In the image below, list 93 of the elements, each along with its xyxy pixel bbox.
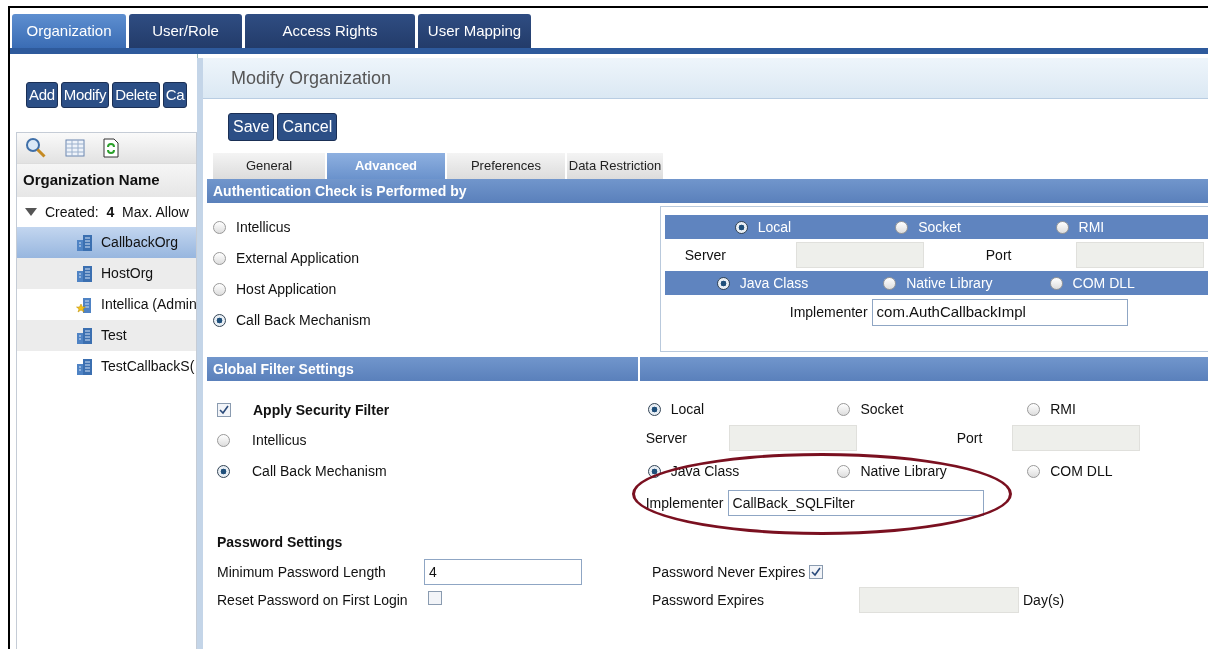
radio-label: RMI bbox=[1078, 217, 1105, 237]
tree-item-label: CallbackOrg bbox=[101, 233, 179, 252]
checkbox[interactable] bbox=[217, 403, 231, 417]
radio-label: Call Back Mechanism bbox=[236, 311, 371, 330]
toolbar-button[interactable]: Delete bbox=[112, 82, 160, 108]
min-length-field[interactable]: 4 bbox=[424, 559, 582, 585]
radio-button[interactable] bbox=[837, 402, 851, 416]
radio-label: RMI bbox=[1050, 399, 1076, 419]
implementer-field[interactable]: com.AuthCallbackImpl bbox=[871, 298, 1128, 326]
checkbox[interactable] bbox=[809, 564, 823, 579]
checkbox-label: Apply Security Filter bbox=[253, 400, 390, 420]
radio-label: Socket bbox=[860, 399, 904, 419]
building-icon bbox=[75, 357, 95, 376]
tree-item-label: Test bbox=[101, 326, 127, 345]
radio-label: Intellicus bbox=[236, 218, 291, 237]
radio-button[interactable] bbox=[213, 221, 226, 234]
column-header: Organization Name bbox=[17, 163, 196, 197]
radio-button[interactable] bbox=[1049, 276, 1063, 290]
toolbar-button[interactable]: Add bbox=[26, 82, 58, 108]
radio-label: COM DLL bbox=[1072, 273, 1135, 293]
radio-button[interactable] bbox=[217, 465, 230, 478]
field-label: Password Never Expires bbox=[651, 562, 807, 582]
tree-row[interactable]: HostOrg bbox=[17, 258, 196, 289]
refresh-icon[interactable] bbox=[103, 138, 119, 158]
radio-label: Intellicus bbox=[252, 431, 307, 450]
tree-row[interactable]: CallbackOrg bbox=[17, 227, 196, 258]
tab[interactable]: General bbox=[213, 153, 325, 179]
radio-button[interactable] bbox=[213, 314, 226, 327]
tab[interactable]: Access Rights bbox=[245, 14, 415, 48]
dialog-button[interactable]: Save bbox=[228, 113, 275, 141]
tab[interactable]: Organization bbox=[12, 14, 126, 48]
radio-label: Java Class bbox=[739, 273, 809, 293]
radio-button[interactable] bbox=[647, 402, 661, 416]
radio-button[interactable] bbox=[895, 220, 909, 234]
caret-icon[interactable] bbox=[25, 208, 37, 216]
building-icon bbox=[75, 264, 95, 283]
dialog-button[interactable]: Cancel bbox=[277, 113, 338, 141]
port-field[interactable] bbox=[1075, 242, 1204, 268]
field-label: Server bbox=[683, 245, 727, 265]
field-label: Password Expires bbox=[652, 590, 766, 610]
radio-button[interactable] bbox=[1027, 402, 1041, 416]
tree-item-label: Intellica (Admin bbox=[101, 295, 196, 314]
radio-label: COM DLL bbox=[1050, 461, 1113, 481]
dialog-title: Modify Organization bbox=[203, 58, 1208, 98]
radio-button[interactable] bbox=[716, 276, 730, 290]
radio-button[interactable] bbox=[213, 252, 226, 265]
radio-button[interactable] bbox=[647, 464, 661, 478]
implementer-field[interactable]: CallBack_SQLFilter bbox=[727, 490, 984, 516]
toolbar-button[interactable]: Modify bbox=[60, 82, 110, 108]
field-label: Minimum Password Length bbox=[217, 562, 387, 582]
radio-label: Host Application bbox=[236, 280, 337, 299]
field-label: Implementer bbox=[645, 493, 724, 513]
section-header: Global Filter Settings bbox=[207, 357, 640, 381]
field-label: Reset Password on First Login bbox=[217, 590, 409, 610]
tree-node-label[interactable]: Created: 4 Max. Allow bbox=[45, 201, 189, 223]
building-icon bbox=[75, 326, 95, 345]
checkbox[interactable] bbox=[428, 590, 442, 605]
table-icon[interactable] bbox=[65, 139, 85, 157]
tab[interactable]: User Mapping bbox=[418, 14, 531, 48]
field-label: Port bbox=[984, 245, 1013, 265]
password-expires-field[interactable] bbox=[859, 587, 1019, 613]
radio-button[interactable] bbox=[213, 283, 226, 296]
radio-label: Call Back Mechanism bbox=[252, 462, 387, 481]
server-field[interactable] bbox=[728, 425, 857, 451]
port-field[interactable] bbox=[1011, 425, 1140, 451]
radio-button[interactable] bbox=[217, 434, 230, 447]
unit-label: Day(s) bbox=[1022, 590, 1065, 610]
field-label: Implementer bbox=[789, 302, 868, 322]
radio-label: Local bbox=[757, 217, 792, 237]
radio-button[interactable] bbox=[1027, 464, 1041, 478]
radio-label: Local bbox=[670, 399, 705, 419]
radio-button[interactable] bbox=[837, 464, 851, 478]
tree-row[interactable]: Test bbox=[17, 320, 196, 351]
field-label: Server bbox=[644, 428, 688, 448]
tree-item-label: HostOrg bbox=[101, 264, 154, 283]
field-label: Port bbox=[955, 428, 984, 448]
server-field[interactable] bbox=[795, 242, 924, 268]
radio-button[interactable] bbox=[1055, 220, 1069, 234]
toolbar-button[interactable]: Ca bbox=[162, 82, 188, 108]
tab[interactable]: Preferences bbox=[447, 153, 565, 179]
tab[interactable]: User/Role bbox=[129, 14, 242, 48]
search-icon[interactable] bbox=[25, 137, 47, 159]
tab[interactable]: Data Restriction bbox=[567, 153, 663, 179]
section-header: Authentication Check is Performed by bbox=[207, 179, 1208, 203]
radio-label: Native Library bbox=[906, 273, 993, 293]
radio-label: External Application bbox=[236, 249, 359, 268]
radio-button[interactable] bbox=[883, 276, 897, 290]
building-icon bbox=[75, 233, 95, 252]
radio-label: Socket bbox=[918, 217, 961, 237]
tree-item-label: TestCallbackS( bbox=[101, 357, 195, 376]
radio-button[interactable] bbox=[734, 220, 748, 234]
radio-label: Native Library bbox=[860, 461, 947, 481]
section-heading: Password Settings bbox=[217, 532, 344, 552]
